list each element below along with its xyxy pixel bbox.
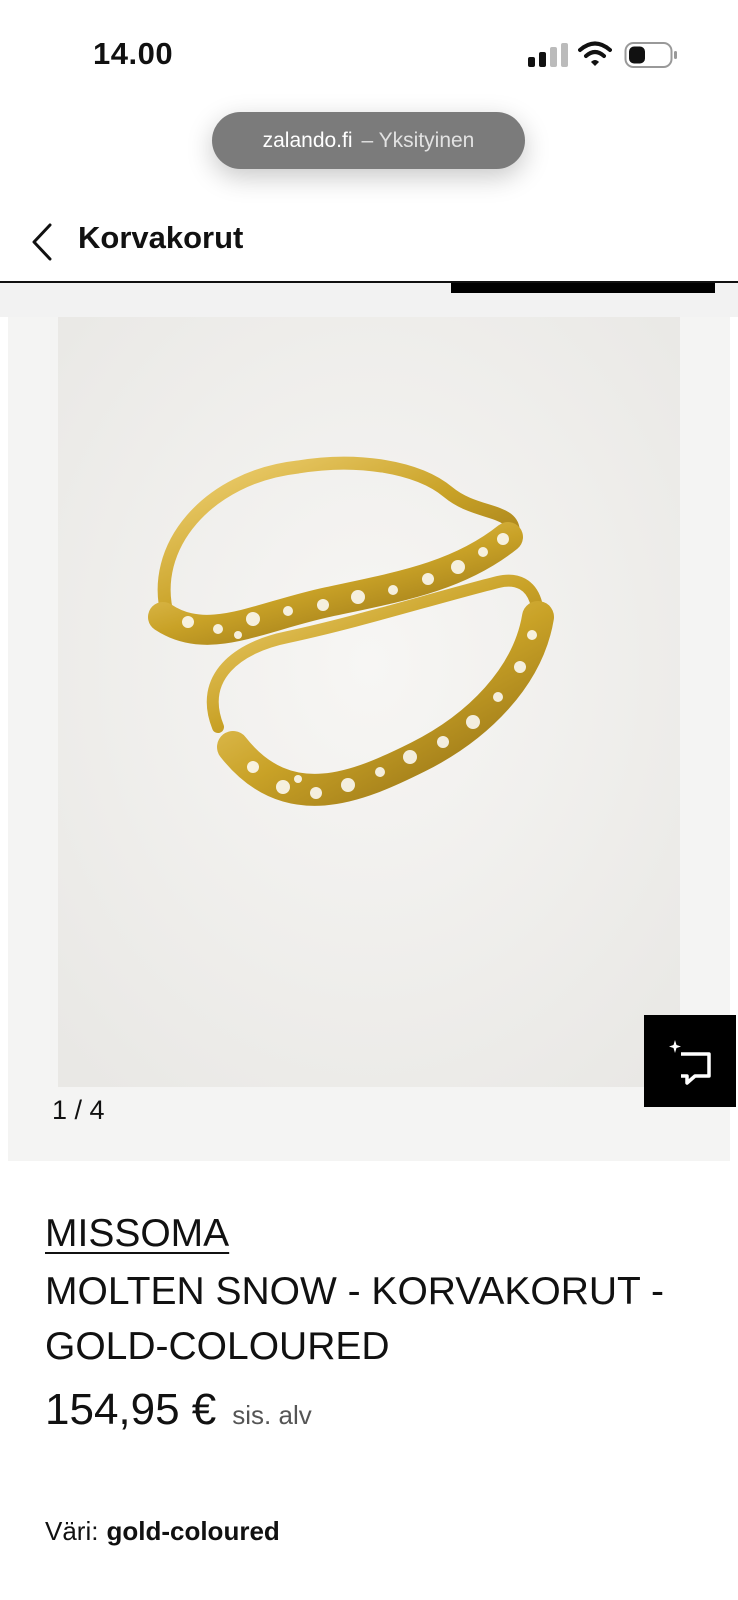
product-image[interactable]: [58, 317, 680, 1087]
price: 154,95 €: [45, 1385, 217, 1434]
signal-icon: [528, 43, 568, 67]
sparkle-crop-icon: [669, 1040, 711, 1085]
earrings-illustration: [58, 317, 680, 1087]
try-on-button[interactable]: [644, 1015, 736, 1107]
wifi-icon: [578, 41, 612, 66]
battery-icon: [624, 42, 677, 68]
color-label: Väri:: [45, 1516, 99, 1546]
vat-note: sis. alv: [232, 1400, 312, 1430]
url-bar[interactable]: zalando.fi – Yksityinen: [212, 112, 525, 169]
color-row: Väri: gold-coloured: [45, 1516, 280, 1547]
brand-link[interactable]: MISSOMA: [45, 1212, 229, 1256]
chevron-left-icon: [32, 223, 52, 261]
back-button[interactable]: [24, 220, 60, 264]
price-row: 154,95 € sis. alv: [45, 1385, 312, 1435]
product-gallery[interactable]: 1 / 4: [8, 317, 730, 1161]
image-counter: 1 / 4: [52, 1095, 105, 1125]
sticky-bar-button-peek: [451, 283, 715, 293]
page-title: Korvakorut: [78, 220, 244, 255]
status-time: 14.00: [93, 36, 174, 71]
color-value: gold-coloured: [106, 1516, 280, 1546]
private-mode-label: – Yksityinen: [361, 128, 475, 152]
url-domain: zalando.fi: [262, 128, 353, 152]
product-name: MOLTEN SNOW - KORVAKORUT - GOLD-COLOURED: [45, 1270, 664, 1368]
